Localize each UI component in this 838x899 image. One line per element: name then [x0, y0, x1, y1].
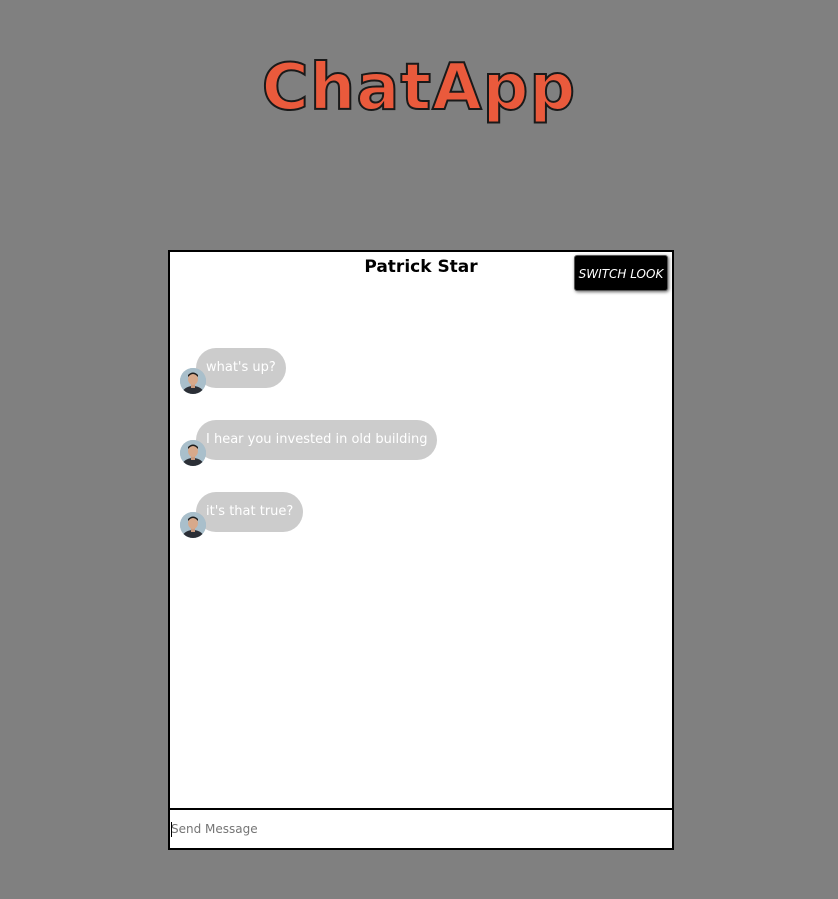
chat-window: Patrick Star SWITCH LOOK what's up? I he…: [168, 250, 674, 850]
send-message-input[interactable]: [170, 810, 669, 848]
person-avatar-icon: [180, 368, 206, 394]
message-composer: [170, 808, 672, 848]
text-caret: [171, 822, 172, 837]
message-bubble: it's that true?: [196, 492, 304, 532]
person-avatar-icon: [180, 512, 206, 538]
message-bubble: I hear you invested in old building: [196, 420, 438, 460]
app-title: ChatApp: [261, 50, 577, 126]
person-avatar-icon: [180, 440, 206, 466]
switch-look-button[interactable]: SWITCH LOOK: [574, 255, 668, 291]
message-bubble: what's up?: [196, 348, 286, 388]
